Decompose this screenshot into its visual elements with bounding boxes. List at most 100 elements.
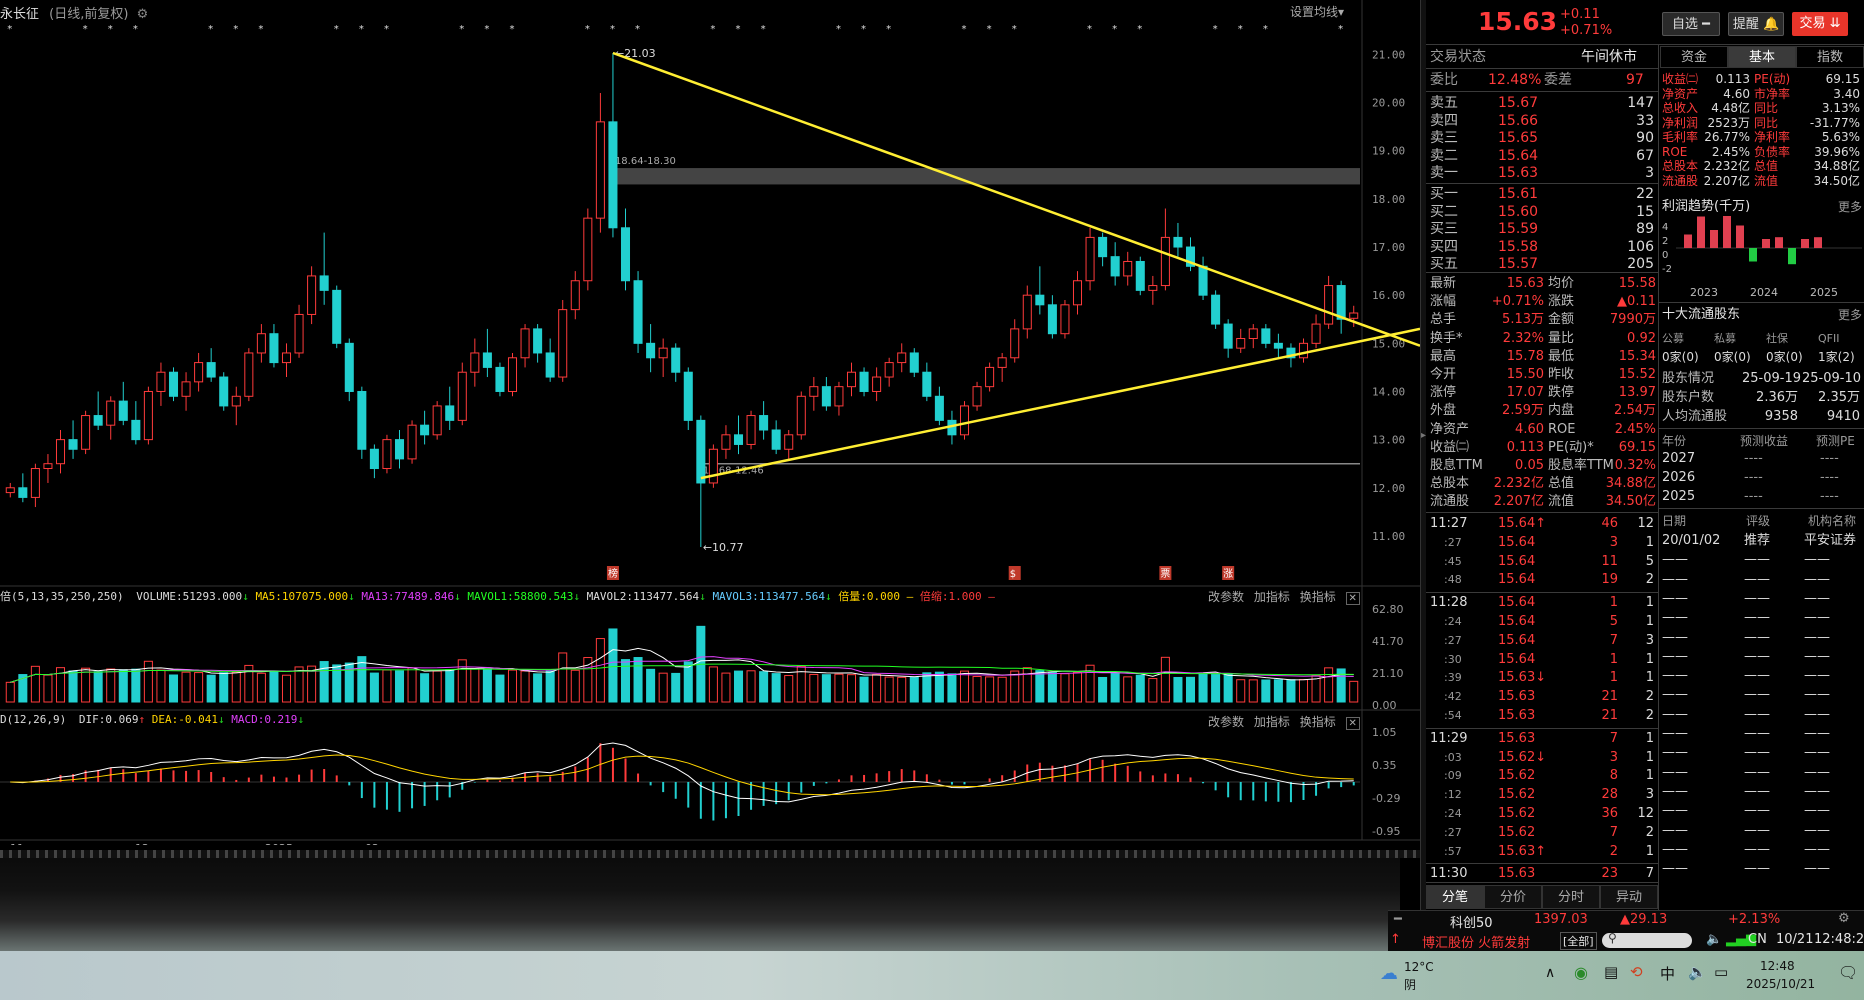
macd-close-icon[interactable]: ✕ xyxy=(1345,717,1360,730)
vol-add-indicator-link[interactable]: 加指标 xyxy=(1254,590,1290,604)
forecast-year: 2027 xyxy=(1662,451,1696,466)
fund-label: 总值 xyxy=(1754,159,1779,173)
watchlist-button[interactable]: 自选 ━ xyxy=(1662,12,1720,36)
vol-switch-indicator-link[interactable]: 换指标 xyxy=(1300,590,1336,604)
settings-gear-icon[interactable]: ⚙ xyxy=(1838,911,1850,926)
rating-org: —— xyxy=(1804,706,1830,722)
tick-tab[interactable]: 异动 xyxy=(1600,885,1658,909)
event-marker: * xyxy=(962,24,967,35)
candle-body xyxy=(445,405,455,421)
index-bar[interactable]: ━ 科创50 1397.03 ▲29.13 +2.13% ⚙ xyxy=(1388,910,1864,931)
volume-axis-label: 21.10 xyxy=(1372,667,1404,680)
bid-price[interactable]: 15.58 xyxy=(1498,238,1538,256)
bid-price[interactable]: 15.60 xyxy=(1498,203,1538,221)
notification-icon[interactable]: 🗨 xyxy=(1838,963,1858,982)
volume-bar xyxy=(1198,672,1208,703)
fund-tab[interactable]: 资金 xyxy=(1660,46,1728,68)
ime-label[interactable]: 中 xyxy=(1660,963,1675,984)
volume-icon[interactable]: 🔈 xyxy=(1706,932,1722,947)
profit-more-link[interactable]: 更多 xyxy=(1838,198,1862,216)
fund-label: 流值 xyxy=(1754,173,1779,188)
vol-change-param-link[interactable]: 改参数 xyxy=(1208,590,1244,604)
holder-row-value: 9410 xyxy=(1826,409,1860,424)
volume-bar xyxy=(81,667,91,703)
vol-close-icon[interactable]: ✕ xyxy=(1345,592,1360,605)
volume-bar xyxy=(683,661,693,703)
cloud-icon[interactable]: ☁ xyxy=(1380,963,1398,984)
tick-price: 15.64 xyxy=(1498,534,1536,550)
stat-label: 涨幅 xyxy=(1430,294,1457,310)
sync-icon[interactable]: ⟲ xyxy=(1630,963,1643,981)
taskbar-date[interactable]: 2025/10/21 xyxy=(1746,977,1815,991)
ask-price[interactable]: 15.67 xyxy=(1498,94,1538,112)
rating-level: —— xyxy=(1744,726,1770,741)
tick-volume: 19 xyxy=(1601,572,1618,588)
macd-add-indicator-link[interactable]: 加指标 xyxy=(1254,715,1290,729)
candle-body xyxy=(131,419,141,441)
period-label[interactable]: (日线,前复权) xyxy=(49,7,128,22)
macd-switch-indicator-link[interactable]: 换指标 xyxy=(1300,715,1336,729)
event-marker: * xyxy=(1137,24,1142,35)
tick-tab[interactable]: 分价 xyxy=(1484,885,1542,909)
news-bar[interactable]: ↑ 博汇股份 火箭发射 [全部] ⚲ 🔈 ▂▄▆ CN 10/21 12:48:… xyxy=(1388,930,1864,951)
tick-tab[interactable]: 分时 xyxy=(1542,885,1600,909)
news-text[interactable]: 博汇股份 火箭发射 xyxy=(1422,932,1530,951)
network-icon[interactable]: ▭ xyxy=(1714,963,1728,981)
volume-bar xyxy=(1060,673,1070,703)
volume-bar xyxy=(746,670,756,703)
holders-more-link[interactable]: 更多 xyxy=(1838,306,1862,324)
tick-time: :09 xyxy=(1444,769,1462,783)
rating-date: —— xyxy=(1662,822,1688,838)
macd-params[interactable]: D(12,26,9) xyxy=(0,713,66,726)
settings-icon[interactable]: ⚙ xyxy=(137,7,149,22)
volume-params[interactable]: 倍(5,13,35,250,250) xyxy=(0,590,124,603)
stat-label: 均价 xyxy=(1548,276,1575,291)
tick-volume: 7 xyxy=(1609,632,1618,648)
tick-tab[interactable]: 分笔 xyxy=(1426,885,1484,909)
bid-price[interactable]: 15.61 xyxy=(1498,185,1538,203)
speaker-icon[interactable]: 🔈 xyxy=(1688,963,1707,981)
ask-price[interactable]: 15.63 xyxy=(1498,164,1538,182)
news-search-input[interactable]: ⚲ xyxy=(1602,931,1692,948)
last-price: 15.63 xyxy=(1478,7,1558,36)
ask-price[interactable]: 15.64 xyxy=(1498,147,1538,165)
ask-level-label: 卖一 xyxy=(1430,165,1458,181)
rating-org: —— xyxy=(1804,552,1830,568)
news-scope[interactable]: [全部] xyxy=(1560,932,1597,950)
candle-body xyxy=(771,429,781,450)
chevron-up-icon[interactable]: ∧ xyxy=(1545,965,1555,981)
mavol1-value: MAVOL1:58800.543 xyxy=(467,590,574,603)
volume-bar xyxy=(1236,679,1246,703)
bid-price[interactable]: 15.59 xyxy=(1498,220,1538,238)
candle-body xyxy=(256,333,266,354)
rating-org: 平安证券 xyxy=(1804,533,1857,548)
volume-bar xyxy=(118,669,128,703)
ask-price[interactable]: 15.65 xyxy=(1498,129,1538,147)
fund-tab[interactable]: 基本 xyxy=(1728,46,1796,68)
trade-button[interactable]: 交易 ⇊ xyxy=(1792,12,1848,36)
rating-level: —— xyxy=(1744,783,1770,799)
macd-change-param-link[interactable]: 改参数 xyxy=(1208,715,1244,729)
clipboard-icon[interactable]: ▤ xyxy=(1604,963,1618,981)
candle-body xyxy=(1060,304,1070,335)
ask-price[interactable]: 15.66 xyxy=(1498,112,1538,130)
volume-bar xyxy=(1261,679,1271,703)
status-value: 午间休市 xyxy=(1581,49,1637,65)
bid-price[interactable]: 15.57 xyxy=(1498,255,1538,273)
holder-row-value: 25-09-19 xyxy=(1742,371,1802,386)
cn-label: CN xyxy=(1748,932,1767,947)
tick-price: 15.63 xyxy=(1498,689,1536,705)
fund-value: 34.88亿 xyxy=(1813,159,1860,173)
ma-settings-button[interactable]: 设置均线▾ xyxy=(1290,3,1344,20)
alert-button[interactable]: 提醒 🔔 xyxy=(1728,12,1784,36)
app-tray-icon[interactable]: ◉ xyxy=(1574,963,1588,982)
tick-price: 15.62 xyxy=(1498,768,1536,784)
volume-bar xyxy=(495,674,505,703)
taskbar-time[interactable]: 12:48 xyxy=(1760,959,1795,973)
stat-label: 涨停 xyxy=(1430,385,1457,401)
fund-tab[interactable]: 指数 xyxy=(1796,46,1864,68)
index-name[interactable]: 科创50 xyxy=(1450,912,1493,931)
event-marker: * xyxy=(987,24,992,35)
candle-body xyxy=(959,405,970,436)
candle-body xyxy=(194,362,204,383)
